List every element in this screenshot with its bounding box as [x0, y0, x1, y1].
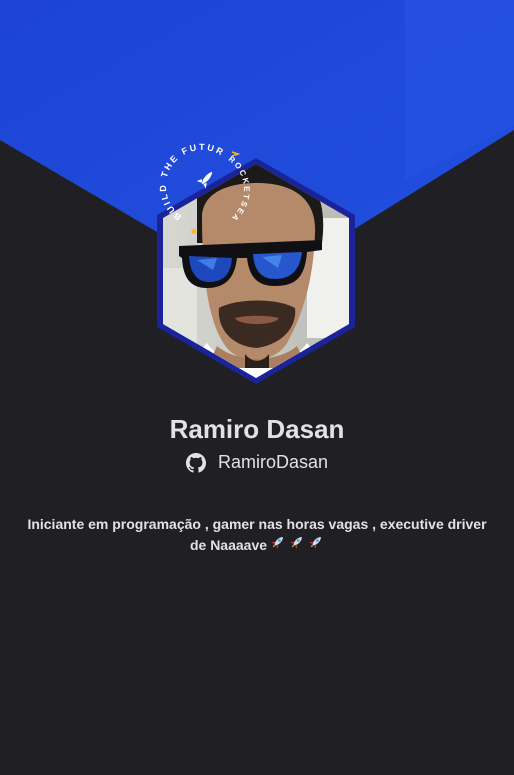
rocket-icon: [289, 534, 305, 555]
github-link[interactable]: RamiroDasan: [0, 452, 514, 473]
github-username: RamiroDasan: [217, 452, 329, 472]
rocket-icon: [270, 534, 286, 555]
svg-text:BUILD THE FUTURE: BUILD THE FUTURE: [152, 134, 227, 222]
bio-text: Iniciante em programação , gamer nas hor…: [27, 516, 487, 553]
profile-bio: Iniciante em programação , gamer nas hor…: [20, 514, 494, 555]
rocketseat-badge: BUILD THE FUTURE ROCKETSEAT: [148, 126, 264, 246]
github-icon: [185, 452, 206, 473]
rocket-icon: [308, 534, 324, 555]
banner-background: [0, 0, 514, 290]
profile-name: Ramiro Dasan: [169, 414, 345, 444]
badge-text-build-future: BUILD THE FUTURE: [148, 126, 225, 222]
profile-card: BUILD THE FUTURE ROCKETSEAT Ramiro Dasan…: [0, 0, 514, 775]
